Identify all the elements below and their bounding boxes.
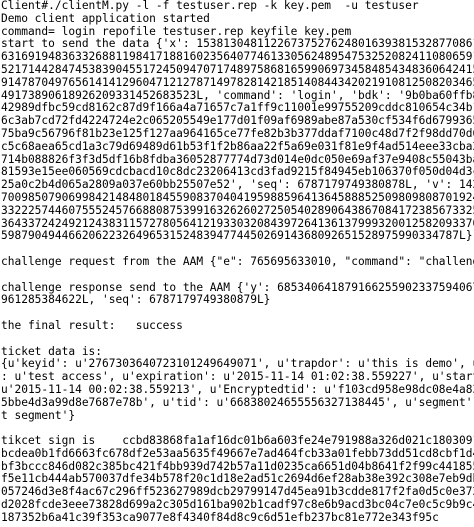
terminal-line: u'2015-11-14 00:02:38.559213', u'Encrypt… [1, 383, 474, 396]
terminal-line: 81593e15ee060569cdcbacd10c8dc23206413cd3… [1, 166, 474, 179]
terminal-line: 7009850790699842148480184559083704041959… [1, 191, 474, 204]
terminal-line: 3643372424921243831157278056412193303208… [1, 217, 474, 230]
terminal-line: challenge response send to the AAM {'y':… [1, 281, 474, 294]
terminal-line: 75ba9c56796f81b23e125f127aa964165ce77fe8… [1, 127, 474, 140]
terminal-line: the final result: success [1, 319, 183, 332]
terminal-line: 3322257446075552457668808753991632626027… [1, 204, 474, 217]
terminal-line: 9147870497656141412960471212787149782814… [1, 76, 474, 89]
terminal-line: ticket data is: [1, 345, 103, 358]
terminal-line: bf3bccc846d082c385bc421f4bb939d742b57a11… [1, 460, 474, 473]
terminal-line: Demo client application started [1, 12, 210, 25]
terminal-line: bcdea0b1fd6663fc678df2e53aa5635f49667e7a… [1, 447, 474, 460]
terminal-line: 25a0c2b4d065a2809a037e60bb25507e52', 'se… [1, 179, 474, 192]
terminal-line: 961285384622L, 'seq': 6787179749380879L} [1, 294, 271, 307]
terminal-line: 057246d3e8f4ac67c296ff523627989dcb297991… [1, 486, 474, 499]
terminal-line: 187352b6a41c39f353ca9077e8f4340f84d8c9c6… [1, 511, 439, 524]
command-prompt-line: Client#./clientM.py -l -f testuser.rep -… [1, 0, 419, 12]
terminal-line: 5987904944662062232649653152483947744502… [1, 230, 473, 243]
terminal-line: t segment'} [1, 409, 76, 422]
terminal-line: : u'test access', u'expiration': u'2015-… [1, 371, 474, 384]
terminal-line: 49173890618926209331452683523L, 'command… [1, 89, 474, 102]
terminal-line: f5e11cb444ab570037dfe34b578f20c1d18e2ad5… [1, 473, 474, 486]
terminal-window[interactable]: Client#./clientM.py -l -f testuser.rep -… [0, 0, 474, 527]
terminal-line: 42989dfbc59cd8162c87d9f166a4a71657c7a1ff… [1, 102, 474, 115]
terminal-line: 6c3ab7cd72fd4224724e2c065205549e177d01f0… [1, 115, 474, 128]
terminal-line: 714b088826f3f3d5df16b8fdba36052877774d73… [1, 153, 474, 166]
terminal-line: challenge request from the AAM {"e": 765… [1, 255, 474, 268]
terminal-line: {u'keyid': u'2767303640723101249649071',… [1, 358, 474, 371]
terminal-line: c5c68aea65cd1a3c79d69489d61b53f1f2b86aa2… [1, 140, 474, 153]
terminal-line: 5217144284745383904551724509470717489758… [1, 63, 474, 76]
terminal-line: tikcet sign is ccbd83868fa1af16dc01b6a60… [1, 435, 474, 448]
terminal-line: command= login repofile testuser.rep key… [1, 25, 352, 38]
terminal-line: 5bbe4d3a99d8e7687e78b', u'tid': u'668380… [1, 396, 474, 409]
terminal-output: Client#./clientM.py -l -f testuser.rep -… [1, 0, 474, 525]
terminal-line: d2028fcde3eee73828d699a2c305d161ba902b1c… [1, 499, 474, 512]
terminal-line: start to send the data {'x': 15381304811… [1, 38, 474, 51]
terminal-line: 6316919483633268811984171881602356407746… [1, 51, 474, 64]
